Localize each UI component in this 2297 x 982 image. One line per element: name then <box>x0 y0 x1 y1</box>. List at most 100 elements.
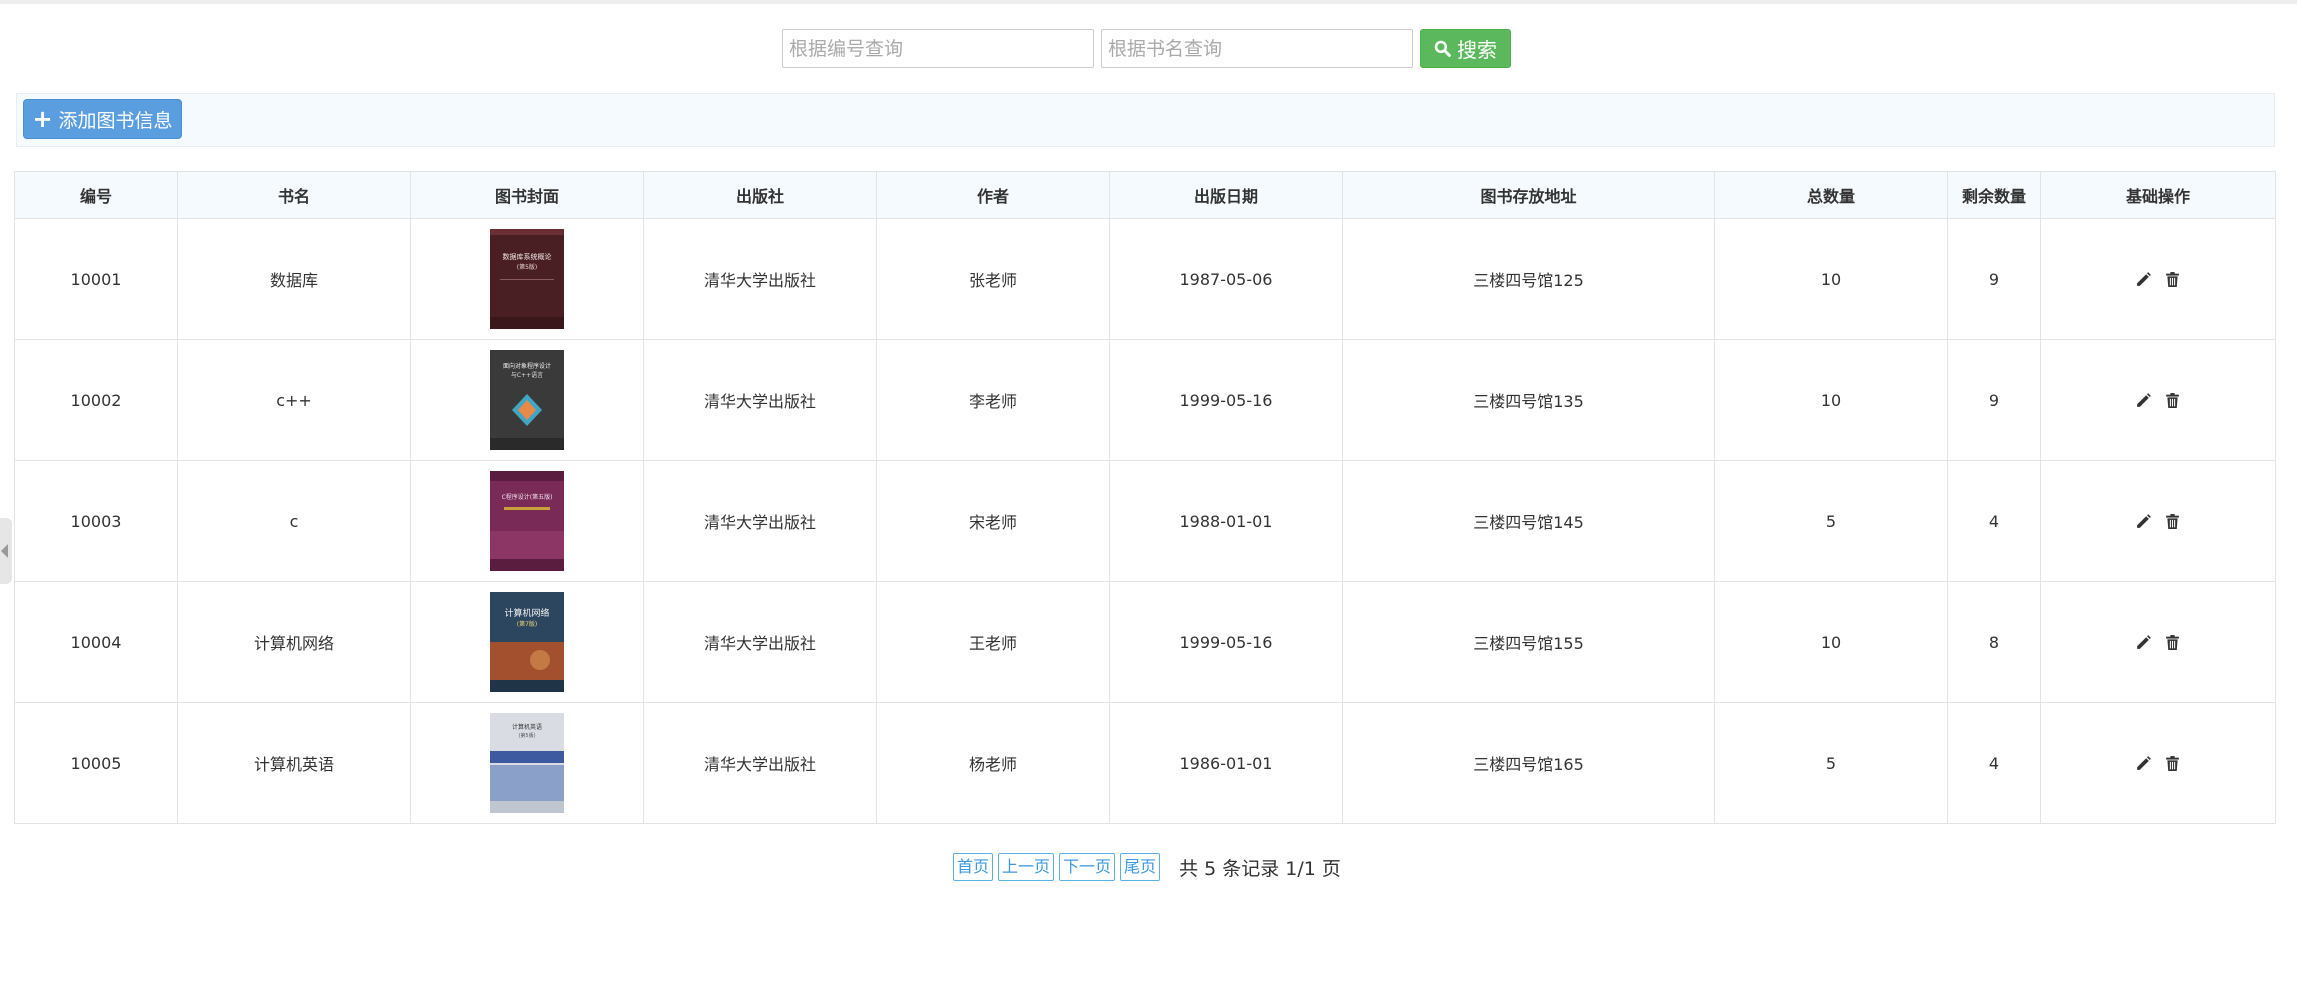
trash-icon <box>2166 392 2179 408</box>
trash-icon <box>2166 755 2179 771</box>
header-operations[interactable]: 基础操作 <box>2040 171 2276 219</box>
delete-button[interactable] <box>2164 755 2181 772</box>
table-header-row: 编号 书名 图书封面 出版社 作者 出版日期 图书存放地址 总数量 剩余数量 基… <box>14 171 2276 219</box>
cover-title-text: 计算机英语 <box>512 723 542 731</box>
cell-id: 10004 <box>14 581 178 703</box>
edit-button[interactable] <box>2135 392 2152 409</box>
book-cover-image[interactable]: 计算机英语 (第5版) <box>490 713 564 813</box>
cell-id: 10003 <box>14 460 178 582</box>
cell-operations <box>2040 339 2276 461</box>
search-button-label: 搜索 <box>1457 38 1497 62</box>
cell-id: 10005 <box>14 702 178 824</box>
toolbar: + 添加图书信息 <box>16 93 2275 147</box>
cell-operations <box>2040 218 2276 340</box>
cell-cover: 计算机英语 (第5版) <box>410 702 644 824</box>
search-icon <box>1434 40 1451 57</box>
cell-remaining: 4 <box>1947 460 2041 582</box>
header-name[interactable]: 书名 <box>177 171 411 219</box>
edit-button[interactable] <box>2135 755 2152 772</box>
cell-name: 计算机网络 <box>177 581 411 703</box>
cell-publisher: 清华大学出版社 <box>643 218 877 340</box>
last-page-link[interactable]: 尾页 <box>1120 853 1161 881</box>
book-table: 编号 书名 图书封面 出版社 作者 出版日期 图书存放地址 总数量 剩余数量 基… <box>14 171 2276 824</box>
cell-cover: C程序设计(第五版) <box>410 460 644 582</box>
pencil-icon <box>2137 513 2151 528</box>
pencil-icon <box>2137 634 2151 649</box>
cell-date: 1999-05-16 <box>1109 339 1343 461</box>
cover-subtitle-text: (第5版) <box>518 732 535 739</box>
cell-cover: 面向对象程序设计 与C++语言 <box>410 339 644 461</box>
search-by-id-input[interactable] <box>782 29 1094 68</box>
row-actions <box>2041 392 2275 409</box>
cell-publisher: 清华大学出版社 <box>643 581 877 703</box>
cell-remaining: 4 <box>1947 702 2041 824</box>
top-border <box>0 0 2297 4</box>
book-cover-image[interactable]: C程序设计(第五版) <box>490 471 564 571</box>
cell-total: 5 <box>1714 702 1948 824</box>
cover-subtitle-text: (第7版) <box>517 620 538 628</box>
book-cover-image[interactable]: 数据库系统概论 (第5版) <box>490 229 564 329</box>
first-page-link[interactable]: 首页 <box>953 853 994 881</box>
table-row: 10002 c++ 面向对象程序设计 与C++语言 清华大学出版社 李老师 19… <box>14 339 2276 461</box>
cell-publisher: 清华大学出版社 <box>643 460 877 582</box>
table-row: 10004 计算机网络 计算机网络 (第7版) 清华大学出版社 王老师 1999… <box>14 581 2276 703</box>
add-book-button[interactable]: + 添加图书信息 <box>23 99 182 139</box>
cell-author: 王老师 <box>876 581 1110 703</box>
cell-location: 三楼四号馆125 <box>1342 218 1715 340</box>
table-row: 10003 c C程序设计(第五版) 清华大学出版社 宋老师 1988-01-0… <box>14 460 2276 582</box>
cell-cover: 数据库系统概论 (第5版) <box>410 218 644 340</box>
cell-cover: 计算机网络 (第7版) <box>410 581 644 703</box>
row-actions <box>2041 513 2275 530</box>
pagination: 首页 上一页 下一页 尾页 共 5 条记录 1/1 页 <box>953 853 1341 881</box>
cell-total: 10 <box>1714 339 1948 461</box>
edit-button[interactable] <box>2135 513 2152 530</box>
header-publisher[interactable]: 出版社 <box>643 171 877 219</box>
cell-date: 1987-05-06 <box>1109 218 1343 340</box>
pencil-icon <box>2137 755 2151 770</box>
next-page-link[interactable]: 下一页 <box>1059 853 1116 881</box>
sidebar-collapse-handle[interactable] <box>0 518 12 584</box>
edit-button[interactable] <box>2135 634 2152 651</box>
row-actions <box>2041 634 2275 651</box>
trash-icon <box>2166 513 2179 529</box>
header-cover[interactable]: 图书封面 <box>410 171 644 219</box>
cell-publisher: 清华大学出版社 <box>643 339 877 461</box>
table-row: 10001 数据库 数据库系统概论 (第5版) 清华大学出版社 张老师 1987… <box>14 218 2276 340</box>
cell-author: 张老师 <box>876 218 1110 340</box>
cell-operations <box>2040 581 2276 703</box>
cell-location: 三楼四号馆145 <box>1342 460 1715 582</box>
search-by-name-input[interactable] <box>1101 29 1413 68</box>
header-id[interactable]: 编号 <box>14 171 178 219</box>
cell-operations <box>2040 702 2276 824</box>
cell-author: 李老师 <box>876 339 1110 461</box>
cell-total: 5 <box>1714 460 1948 582</box>
pencil-icon <box>2137 271 2151 286</box>
pencil-icon <box>2137 392 2151 407</box>
cell-author: 杨老师 <box>876 702 1110 824</box>
trash-icon <box>2166 271 2179 287</box>
cell-name: 数据库 <box>177 218 411 340</box>
row-actions <box>2041 755 2275 772</box>
delete-button[interactable] <box>2164 634 2181 651</box>
cell-remaining: 9 <box>1947 218 2041 340</box>
search-bar: 搜索 <box>782 29 1511 68</box>
cell-operations <box>2040 460 2276 582</box>
cell-name: c <box>177 460 411 582</box>
page-info: 共 5 条记录 1/1 页 <box>1179 857 1341 880</box>
book-cover-image[interactable]: 计算机网络 (第7版) <box>490 592 564 692</box>
cell-id: 10001 <box>14 218 178 340</box>
header-author[interactable]: 作者 <box>876 171 1110 219</box>
header-total[interactable]: 总数量 <box>1714 171 1948 219</box>
header-location[interactable]: 图书存放地址 <box>1342 171 1715 219</box>
cell-total: 10 <box>1714 581 1948 703</box>
delete-button[interactable] <box>2164 271 2181 288</box>
search-button[interactable]: 搜索 <box>1420 29 1511 68</box>
edit-button[interactable] <box>2135 271 2152 288</box>
header-remaining[interactable]: 剩余数量 <box>1947 171 2041 219</box>
prev-page-link[interactable]: 上一页 <box>998 853 1055 881</box>
header-date[interactable]: 出版日期 <box>1109 171 1343 219</box>
book-cover-image[interactable]: 面向对象程序设计 与C++语言 <box>490 350 564 450</box>
delete-button[interactable] <box>2164 513 2181 530</box>
delete-button[interactable] <box>2164 392 2181 409</box>
cell-location: 三楼四号馆155 <box>1342 581 1715 703</box>
